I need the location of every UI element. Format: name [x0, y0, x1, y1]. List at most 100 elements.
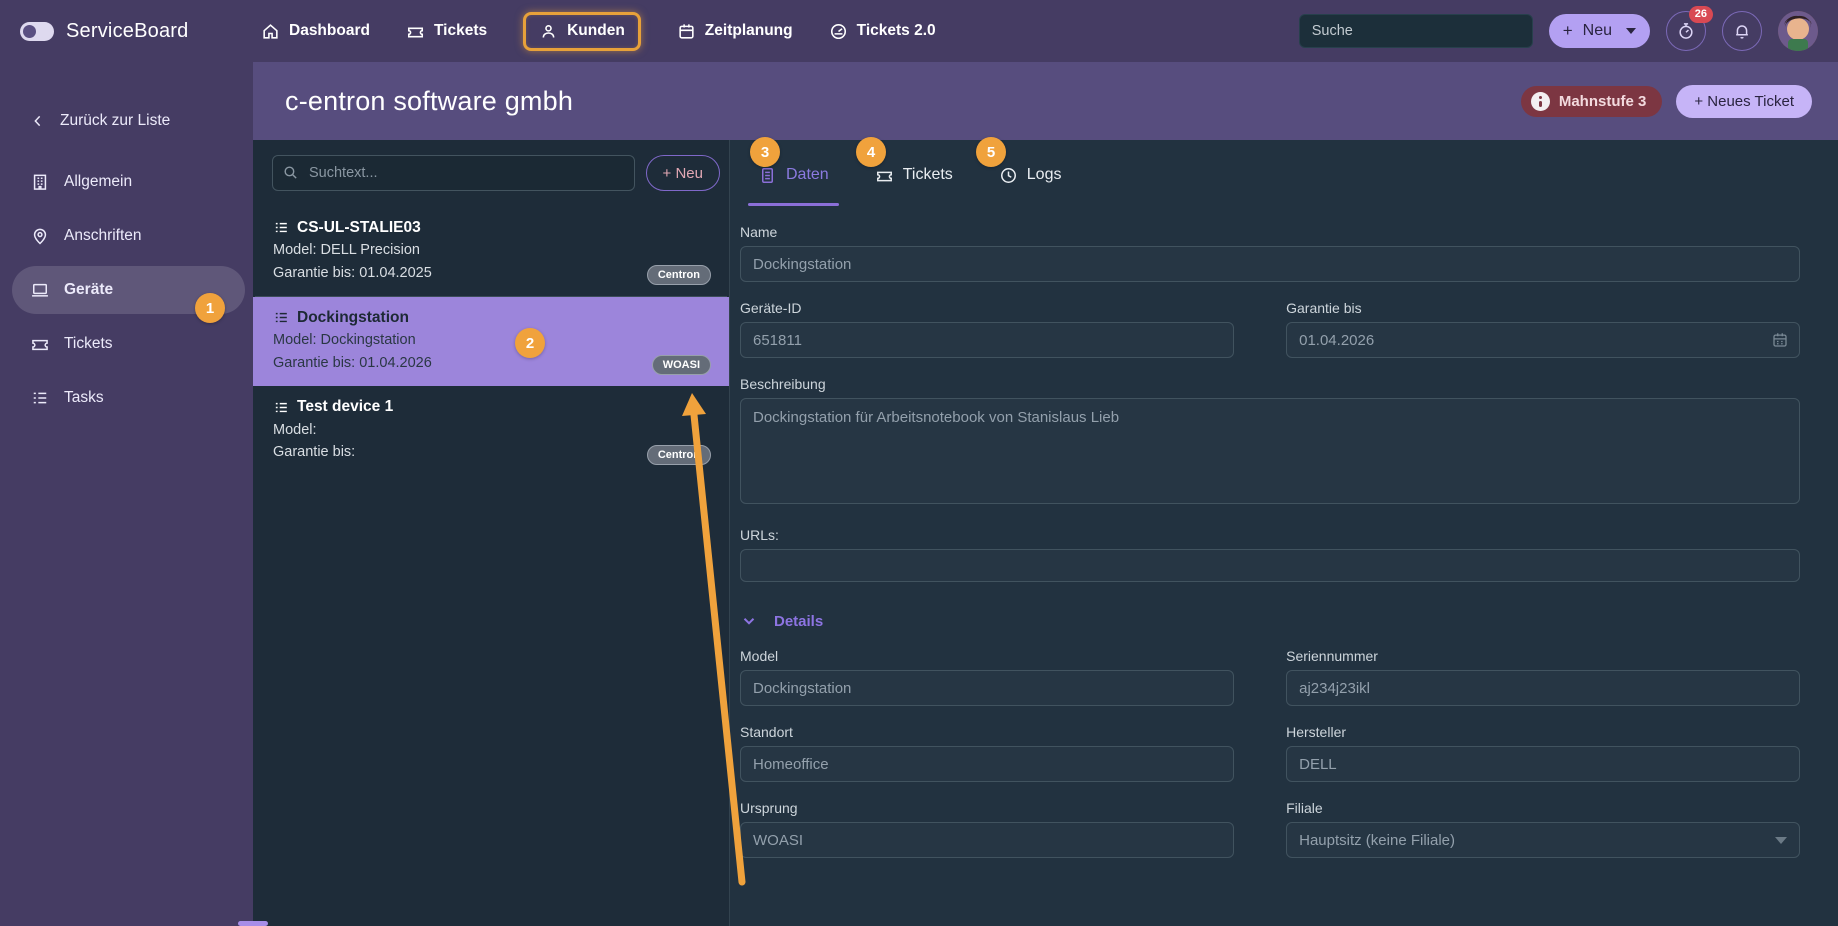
device-row-test-device-1[interactable]: Test device 1 Model: Garantie bis: Centr…	[253, 386, 729, 475]
field-label: Geräte-ID	[740, 300, 1234, 316]
device-neu-button[interactable]: + Neu	[646, 155, 720, 191]
device-detail-panel: Daten Tickets Logs Name Geräte-ID Garant…	[730, 140, 1838, 926]
neu-label: Neu	[1583, 22, 1612, 40]
annotation-step-1: 1	[195, 293, 225, 323]
field-geraete-id: Geräte-ID	[740, 300, 1234, 358]
device-name: Dockingstation	[297, 306, 409, 329]
map-pin-icon	[30, 226, 50, 246]
calendar-icon[interactable]	[1771, 331, 1789, 349]
device-row-cs-ul-stalie03[interactable]: CS-UL-STALIE03 Model: DELL Precision Gar…	[253, 207, 729, 296]
details-header-label: Details	[774, 613, 823, 630]
device-search-wrap	[272, 155, 635, 191]
hersteller-input[interactable]	[1286, 746, 1800, 782]
clock-icon	[999, 166, 1018, 185]
header-actions: Mahnstufe 3 + Neues Ticket	[1521, 85, 1812, 118]
sidebar-label: Tasks	[64, 389, 104, 407]
nav-kunden[interactable]: Kunden	[523, 12, 641, 51]
standort-input[interactable]	[740, 746, 1234, 782]
ursprung-input[interactable]	[740, 822, 1234, 858]
timer-count-badge: 26	[1689, 6, 1713, 23]
task-list-icon	[30, 388, 50, 408]
bell-icon	[1732, 21, 1752, 41]
model-input[interactable]	[740, 670, 1234, 706]
nav-label: Tickets 2.0	[857, 22, 936, 40]
gauge-icon	[829, 22, 848, 41]
device-items: CS-UL-STALIE03 Model: DELL Precision Gar…	[253, 207, 729, 476]
field-label: Ursprung	[740, 800, 1234, 816]
mahnstufe-badge[interactable]: Mahnstufe 3	[1521, 86, 1663, 117]
sidebar-label: Tickets	[64, 335, 113, 353]
annotation-step-3: 3	[750, 137, 780, 167]
sidebar-item-anschriften[interactable]: Anschriften	[0, 212, 253, 260]
brand: ServiceBoard	[20, 20, 245, 43]
chevron-left-icon	[30, 113, 46, 129]
sidebar-item-allgemein[interactable]: Allgemein	[0, 158, 253, 206]
ticket-icon	[30, 334, 50, 354]
chevron-down-icon	[740, 612, 758, 630]
home-icon	[261, 22, 280, 41]
annotation-step-4: 4	[856, 137, 886, 167]
device-data-icon	[758, 166, 777, 185]
field-name: Name	[740, 224, 1800, 282]
filiale-select[interactable]: Hauptsitz (keine Filiale)	[1286, 822, 1800, 858]
nav-dashboard[interactable]: Dashboard	[261, 22, 370, 41]
tab-label: Tickets	[903, 166, 953, 184]
scrollbar-nub[interactable]	[238, 921, 268, 926]
brand-name: ServiceBoard	[66, 20, 188, 43]
top-navigation: Dashboard Tickets Kunden Zeitplanung Tic…	[261, 12, 936, 51]
field-label: Name	[740, 224, 1800, 240]
field-label: Garantie bis	[1286, 300, 1800, 316]
tab-label: Daten	[786, 166, 829, 184]
sidebar-item-tickets[interactable]: Tickets	[0, 320, 253, 368]
laptop-icon	[30, 280, 50, 300]
notifications-button[interactable]	[1722, 11, 1762, 51]
field-label: Hersteller	[1286, 724, 1800, 740]
name-input[interactable]	[740, 246, 1800, 282]
device-name: CS-UL-STALIE03	[297, 216, 421, 239]
nav-zeitplanung[interactable]: Zeitplanung	[677, 22, 793, 41]
sidebar-label: Geräte	[64, 281, 113, 299]
nav-label: Zeitplanung	[705, 22, 793, 40]
avatar-image	[1778, 11, 1818, 51]
field-label: Model	[740, 648, 1234, 664]
garantie-bis-input[interactable]	[1286, 322, 1800, 358]
page-title: c-entron software gmbh	[285, 86, 573, 117]
device-model: Model: DELL Precision	[273, 239, 713, 261]
filiale-value: Hauptsitz (keine Filiale)	[1299, 832, 1455, 849]
info-icon	[1531, 92, 1550, 111]
building-icon	[30, 172, 50, 192]
device-row-dockingstation[interactable]: Dockingstation Model: Dockingstation Gar…	[253, 297, 729, 386]
user-avatar[interactable]	[1778, 11, 1818, 51]
device-search-input[interactable]	[272, 155, 635, 191]
caret-down-icon	[1775, 837, 1787, 844]
field-label: Seriennummer	[1286, 648, 1800, 664]
field-label: URLs:	[740, 527, 1800, 543]
customer-header: c-entron software gmbh Mahnstufe 3 + Neu…	[253, 62, 1838, 140]
origin-badge: WOASI	[652, 355, 711, 375]
sidebar-item-tasks[interactable]: Tasks	[0, 374, 253, 422]
tab-label: Logs	[1027, 166, 1062, 184]
geraete-id-input[interactable]	[740, 322, 1234, 358]
beschreibung-textarea[interactable]: Dockingstation für Arbeitsnotebook von S…	[740, 398, 1800, 504]
field-label: Standort	[740, 724, 1234, 740]
nav-tickets-2[interactable]: Tickets 2.0	[829, 22, 936, 41]
global-search-input[interactable]	[1299, 14, 1533, 48]
search-icon	[282, 164, 299, 181]
plus-icon: +	[1563, 21, 1573, 41]
device-model: Model: Dockingstation	[273, 329, 713, 351]
list-icon	[273, 219, 290, 236]
field-filiale: Filiale Hauptsitz (keine Filiale)	[1286, 800, 1800, 858]
details-section-toggle[interactable]: Details	[740, 612, 1800, 630]
field-ursprung: Ursprung	[740, 800, 1234, 858]
list-icon	[273, 399, 290, 416]
timer-button[interactable]: 26	[1666, 11, 1706, 51]
nav-tickets[interactable]: Tickets	[406, 22, 487, 41]
field-urls: URLs:	[740, 527, 1800, 582]
urls-input[interactable]	[740, 549, 1800, 582]
field-hersteller: Hersteller	[1286, 724, 1800, 782]
sidebar: Zurück zur Liste Allgemein Anschriften G…	[0, 62, 253, 926]
new-ticket-button[interactable]: + Neues Ticket	[1676, 85, 1812, 118]
seriennummer-input[interactable]	[1286, 670, 1800, 706]
back-to-list-link[interactable]: Zurück zur Liste	[0, 104, 253, 138]
neu-button[interactable]: + Neu	[1549, 14, 1650, 48]
